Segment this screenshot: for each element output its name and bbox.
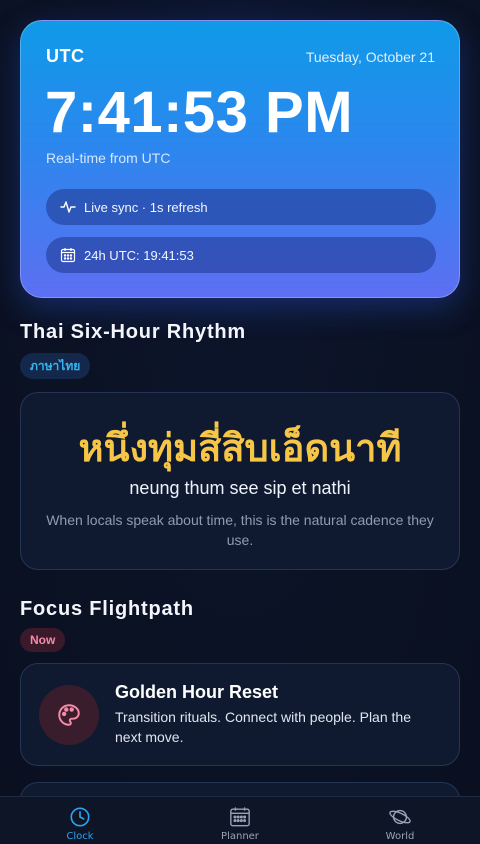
nav-label-clock: Clock — [66, 831, 94, 842]
nav-item-clock[interactable]: Clock — [0, 797, 160, 844]
clock-card: UTC Tuesday, October 21 7:41:53 PM Real-… — [20, 20, 460, 298]
date-label: Tuesday, October 21 — [305, 49, 435, 65]
now-badge: Now — [20, 628, 66, 652]
live-sync-label: Live sync · 1s refresh — [84, 199, 208, 215]
focus-task-card[interactable]: Golden Hour Reset Transition rituals. Co… — [20, 663, 460, 766]
thai-language-badge: ภาษาไทย — [20, 353, 91, 379]
thai-transliteration: neung thum see sip et nathi — [129, 478, 351, 498]
thai-description: When locals speak about time, this is th… — [46, 512, 434, 548]
main-scroll[interactable]: UTC Tuesday, October 21 7:41:53 PM Real-… — [0, 0, 480, 796]
current-time: 7:41:53 PM — [45, 80, 354, 145]
calendar-icon — [228, 805, 252, 829]
nav-label-planner: Planner — [221, 831, 259, 842]
bottom-nav: Clock Planner World — [0, 796, 480, 844]
live-sync-pill: Live sync · 1s refresh — [46, 189, 436, 225]
nav-item-planner[interactable]: Planner — [160, 797, 320, 844]
calendar-icon — [60, 247, 76, 263]
next-task-card[interactable] — [20, 782, 460, 796]
thai-time-card: หนึ่งทุ่มสี่สิบเอ็ดนาที neung thum see s… — [20, 392, 460, 570]
time-source-label: Real-time from UTC — [46, 150, 171, 166]
pulse-icon — [60, 199, 76, 215]
app-root: UTC Tuesday, October 21 7:41:53 PM Real-… — [0, 0, 480, 844]
nav-label-world: World — [385, 831, 415, 842]
focus-section-title: Focus Flightpath — [20, 598, 194, 620]
palette-icon — [39, 685, 99, 745]
thai-section-title: Thai Six-Hour Rhythm — [20, 321, 247, 343]
utc24-pill: 24h UTC: 19:41:53 — [46, 237, 436, 273]
clock-icon — [68, 805, 92, 829]
planet-icon — [388, 805, 412, 829]
task-description: Transition rituals. Connect with people.… — [115, 709, 411, 745]
nav-item-world[interactable]: World — [320, 797, 480, 844]
timezone-label: UTC — [46, 46, 85, 66]
task-title: Golden Hour Reset — [115, 682, 279, 702]
utc24-label: 24h UTC: 19:41:53 — [84, 247, 194, 263]
thai-phrase: หนึ่งทุ่มสี่สิบเอ็ดนาที — [78, 426, 402, 470]
